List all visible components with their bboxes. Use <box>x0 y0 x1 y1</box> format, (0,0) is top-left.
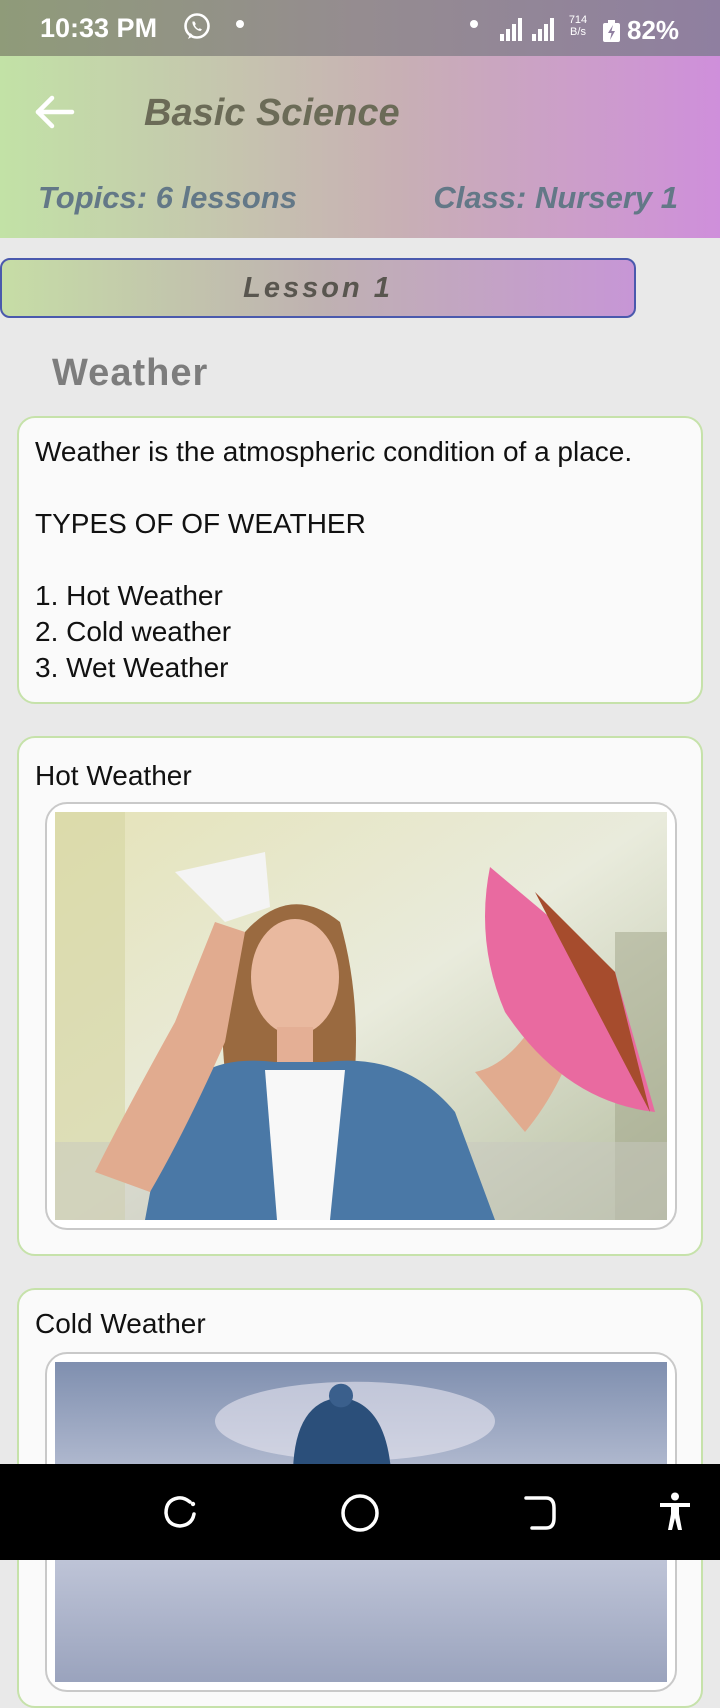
network-speed: 714 B/s <box>568 14 588 38</box>
signal-icon <box>500 18 554 41</box>
list-item: 1. Hot Weather <box>35 580 223 611</box>
lesson-banner: Lesson 1 <box>0 258 636 318</box>
back-icon[interactable] <box>520 1494 560 1532</box>
types-heading: TYPES OF OF WEATHER <box>35 508 366 539</box>
notification-dot <box>236 20 244 28</box>
list-item: 3. Wet Weather <box>35 652 229 683</box>
back-arrow-icon[interactable] <box>34 94 78 130</box>
topics-count: Topics: 6 lessons <box>38 180 297 215</box>
battery-charging-icon <box>603 20 620 42</box>
class-label: Class: Nursery 1 <box>433 180 678 215</box>
list-item: 2. Cold weather <box>35 616 232 647</box>
page-title: Basic Science <box>144 92 400 134</box>
home-icon[interactable] <box>339 1492 381 1534</box>
hot-weather-image <box>55 812 667 1220</box>
whatsapp-icon <box>184 13 210 39</box>
card-title: Cold Weather <box>35 1308 206 1339</box>
definition-text: Weather is the atmospheric condition of … <box>35 436 633 467</box>
battery-percent: 82% <box>627 15 680 45</box>
status-time: 10:33 PM <box>40 13 158 43</box>
hot-weather-image-frame <box>45 802 677 1230</box>
intro-text: Weather is the atmospheric condition of … <box>35 434 632 686</box>
lesson-topic-title: Weather <box>52 352 209 394</box>
system-nav-bar <box>0 1464 720 1560</box>
accessibility-icon[interactable] <box>658 1492 692 1532</box>
intro-card: Weather is the atmospheric condition of … <box>17 416 703 704</box>
hot-weather-card: Hot Weather <box>17 736 703 1256</box>
recent-apps-icon[interactable] <box>160 1492 200 1532</box>
card-title: Hot Weather <box>35 760 192 791</box>
status-bar: 10:33 PM 714 B/s 82% <box>0 0 720 56</box>
notification-dot <box>470 20 478 28</box>
app-header: Basic Science Topics: 6 lessons Class: N… <box>0 56 720 238</box>
